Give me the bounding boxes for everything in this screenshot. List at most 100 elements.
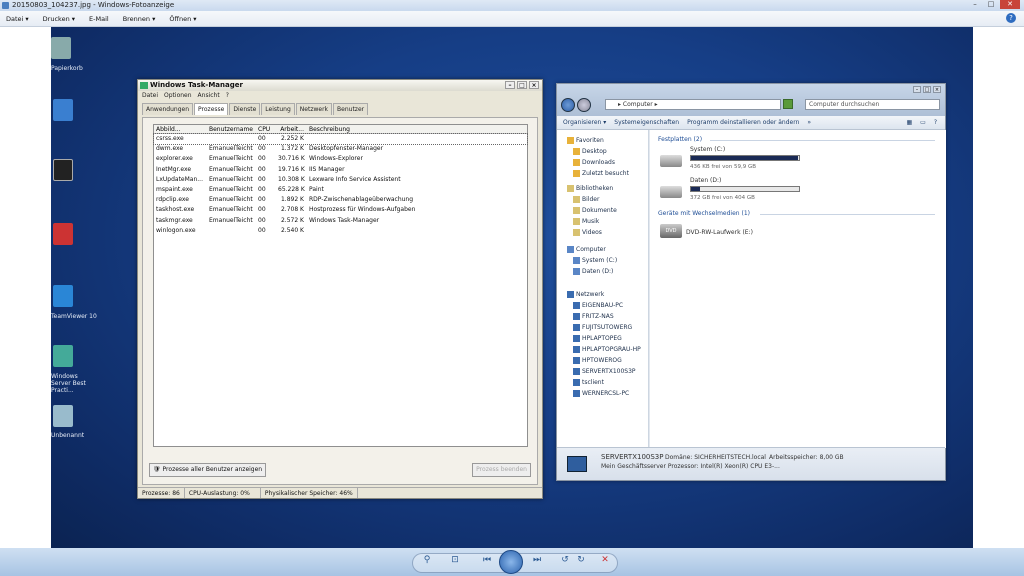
tm-close-button[interactable]: × [529, 81, 539, 89]
tm-maximize-button[interactable]: □ [517, 81, 527, 89]
column-header[interactable]: CPU [256, 125, 276, 133]
ex-maximize-button[interactable]: □ [923, 86, 931, 93]
nav-item-network[interactable]: SERVERTX100S3P [573, 367, 636, 377]
process-list[interactable]: Abbild... Benutzername CPU Arbeit... Bes… [153, 124, 528, 447]
table-row[interactable]: csrss.exe 00 2.252 K [153, 132, 528, 146]
table-row[interactable]: rdpclip.exe EmanuelTeicht 00 1.892 K RDP-Zwi… [154, 195, 527, 205]
tm-menu-datei[interactable]: Datei [142, 91, 158, 101]
ex-close-button[interactable]: × [933, 86, 941, 93]
tab-dienste[interactable]: Dienste [229, 103, 261, 115]
organize-button[interactable]: Organisieren ▾ [563, 116, 606, 129]
tm-menu-optionen[interactable]: Optionen [164, 91, 192, 101]
nav-item-network[interactable]: EIGENBAU-PC [573, 301, 623, 311]
nav-item-libraries[interactable]: Dokumente [573, 206, 617, 216]
tm-menu-help[interactable]: ? [226, 91, 229, 101]
computer-icon [567, 456, 587, 472]
tm-minimize-button[interactable]: – [505, 81, 515, 89]
zoom-icon[interactable]: ⚲ [421, 554, 433, 566]
preview-pane-icon[interactable]: ▭ [920, 116, 926, 130]
nav-item-network[interactable]: HPTOWEROG [573, 356, 622, 366]
nav-item-network[interactable]: FUJITSUTOWERG [573, 323, 632, 333]
tab-benutzer[interactable]: Benutzer [333, 103, 369, 115]
previous-icon[interactable]: ⏮ [481, 554, 493, 566]
help-icon[interactable]: ? [934, 116, 937, 130]
tm-menu-ansicht[interactable]: Ansicht [198, 91, 220, 101]
view-options-icon[interactable]: ▦ [906, 116, 912, 130]
uninstall-program-button[interactable]: Programm deinstallieren oder ändern [687, 116, 799, 129]
nav-item-libraries[interactable]: Bilder [573, 195, 599, 205]
ex-minimize-button[interactable]: – [913, 86, 921, 93]
table-row[interactable]: explorer.exe EmanuelTeicht 00 30.716 K Windo… [154, 154, 527, 164]
nav-item-computer[interactable]: System (C:) [573, 256, 617, 266]
table-cell: 2.572 K [280, 216, 304, 224]
show-all-processes-button[interactable]: 🛡 Prozesse aller Benutzer anzeigen [149, 463, 267, 477]
table-cell: mspaint.exe [156, 185, 193, 193]
nav-item-network[interactable]: HPLAPTOPEG [573, 334, 622, 344]
forward-button[interactable] [577, 98, 591, 112]
tab-anwendungen[interactable]: Anwendungen [142, 103, 194, 115]
help-icon[interactable]: ? [1006, 13, 1016, 23]
rotate-left-icon[interactable]: ↺ [559, 554, 571, 566]
nav-item-libraries[interactable]: Musik [573, 217, 599, 227]
table-cell: 00 [258, 196, 266, 204]
table-row[interactable]: winlogon.exe 00 2.540 K [154, 226, 527, 236]
back-button[interactable] [561, 98, 575, 112]
nav-item-network[interactable]: tsclient [573, 378, 604, 388]
table-cell: 2.708 K [280, 206, 304, 214]
nav-item-network[interactable]: FRITZ-NAS [573, 312, 614, 322]
nav-item-label: Computer [576, 246, 606, 253]
table-cell [207, 226, 256, 236]
nav-item-network[interactable]: WERNERCSL-PC [573, 389, 629, 399]
nav-item-libraries[interactable]: Videos [573, 228, 602, 238]
system-properties-button[interactable]: Systemeigenschaften [614, 116, 679, 129]
table-row[interactable]: LxUpdateMan... EmanuelTeicht 00 10.308 K Lex… [154, 175, 527, 185]
column-header[interactable]: Arbeit... [276, 125, 307, 133]
rotate-right-icon[interactable]: ↻ [575, 554, 587, 566]
network-icon [573, 368, 580, 375]
tab-leistung[interactable]: Leistung [261, 103, 295, 115]
nav-item-favorites[interactable]: Favoriten [567, 136, 604, 146]
table-row[interactable]: taskmgr.exe EmanuelTeicht 00 2.572 K Windows… [154, 216, 527, 226]
menu-brennen[interactable]: Brennen ▾ [123, 11, 156, 26]
task-manager-icon [140, 82, 148, 89]
nav-item-favorites[interactable]: Zuletzt besucht [573, 169, 629, 179]
table-row[interactable]: mspaint.exe EmanuelTeicht 00 65.228 K Paint [154, 185, 527, 195]
end-process-button[interactable]: Prozess beenden [472, 463, 531, 477]
maximize-button[interactable]: □ [984, 0, 998, 9]
menu-oeffnen[interactable]: Öffnen ▾ [169, 11, 196, 26]
next-icon[interactable]: ⏭ [531, 554, 543, 566]
dvd-drive-icon[interactable]: DVD [660, 224, 682, 238]
table-row[interactable]: InetMgr.exe EmanuelTeicht 00 19.716 K IIS Ma… [154, 165, 527, 175]
column-header[interactable]: Abbild... [154, 125, 207, 133]
more-commands-button[interactable]: » [807, 116, 811, 129]
menu-datei[interactable]: Datei ▾ [6, 11, 29, 26]
dvd-drive-name[interactable]: DVD-RW-Laufwerk (E:) [686, 229, 753, 236]
delete-icon[interactable]: ✕ [599, 554, 611, 566]
minimize-button[interactable]: – [968, 0, 982, 9]
nav-item-favorites[interactable]: Downloads [573, 158, 615, 168]
slideshow-button[interactable] [499, 550, 523, 574]
search-input[interactable]: Computer durchsuchen [805, 99, 940, 110]
tab-prozesse[interactable]: Prozesse [194, 103, 229, 115]
nav-item-computer[interactable]: Daten (D:) [573, 267, 613, 277]
nav-item-libraries[interactable]: Bibliotheken [567, 184, 613, 194]
table-cell: 2.252 K [280, 135, 304, 142]
table-cell: 00 [258, 145, 266, 153]
column-header[interactable]: Beschreibung [307, 125, 517, 133]
table-row[interactable]: taskhost.exe EmanuelTeicht 00 2.708 K Hostpr… [154, 205, 527, 215]
memory-text: Arbeitsspeicher: 8,00 GB [769, 454, 844, 461]
menu-email[interactable]: E-Mail [89, 11, 109, 26]
actual-size-icon[interactable]: ⊡ [449, 554, 461, 566]
column-header[interactable]: Benutzername [207, 125, 256, 133]
nav-item-computer[interactable]: Computer [567, 245, 606, 255]
menu-drucken[interactable]: Drucken ▾ [43, 11, 75, 26]
refresh-icon[interactable] [783, 99, 793, 109]
table-row[interactable]: dwm.exe EmanuelTeicht 00 1.372 K Desktopfens… [154, 144, 527, 154]
image-icon [53, 405, 73, 427]
address-bar[interactable]: ▸ Computer ▸ [605, 99, 781, 110]
nav-item-network[interactable]: Netzwerk [567, 290, 604, 300]
close-button[interactable]: ✕ [1000, 0, 1020, 9]
tab-netzwerk[interactable]: Netzwerk [295, 103, 333, 115]
nav-item-favorites[interactable]: Desktop [573, 147, 607, 157]
nav-item-network[interactable]: HPLAPTOPGRAU-HP [573, 345, 641, 355]
